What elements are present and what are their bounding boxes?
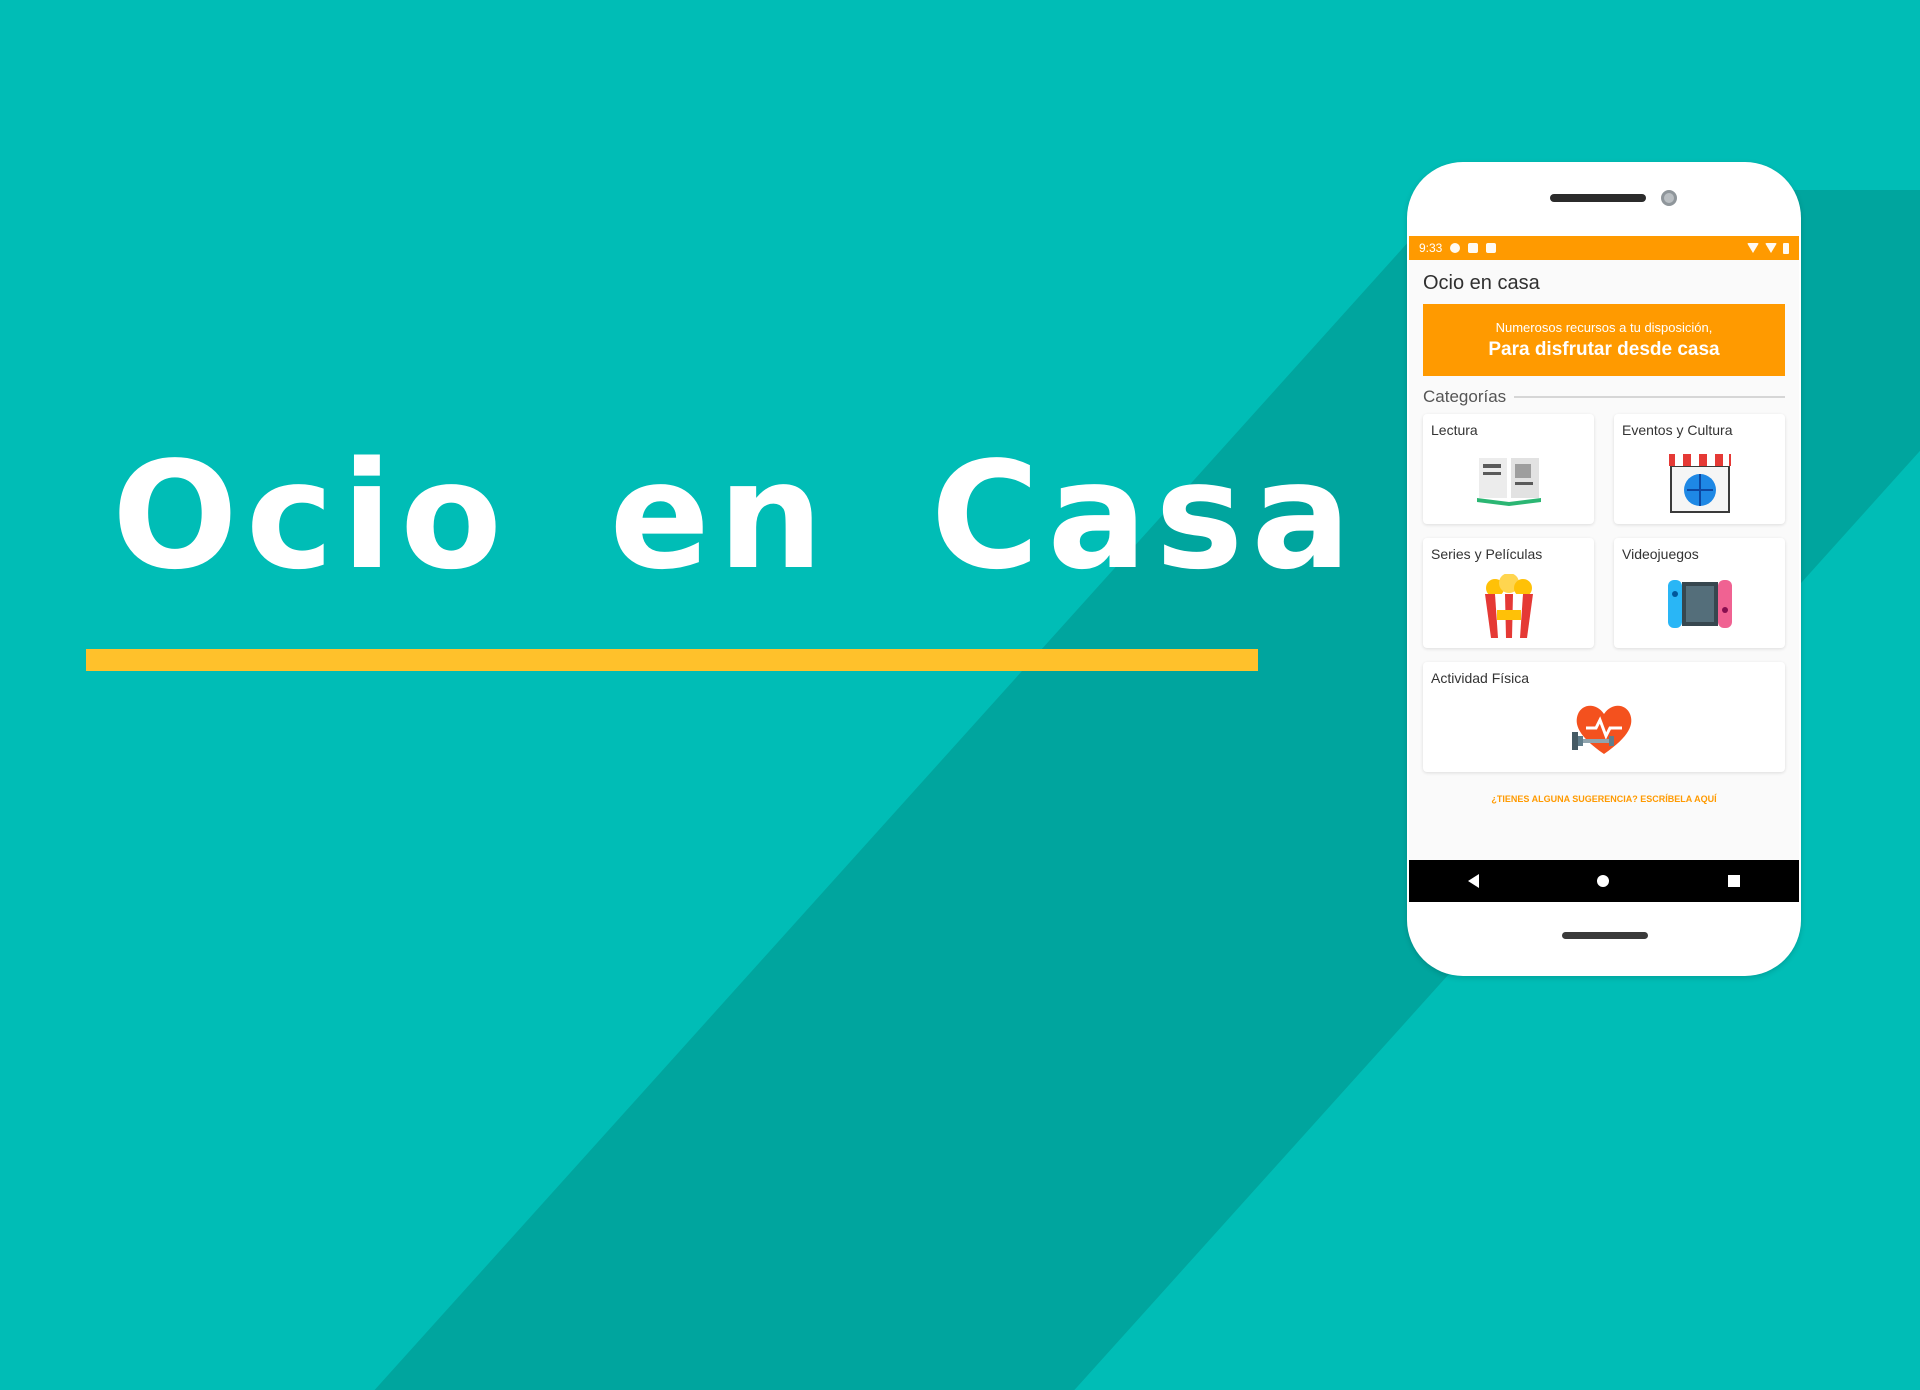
category-label: Series y Películas bbox=[1431, 546, 1543, 562]
category-card-actividad-fisica[interactable]: Actividad Física bbox=[1423, 662, 1785, 772]
heart-dumbbell-icon bbox=[1572, 705, 1632, 754]
status-bar: 9:33 bbox=[1409, 236, 1799, 260]
banner-line1: Numerosos recursos a tu disposición, bbox=[1495, 320, 1713, 335]
categories-heading-label: Categorías bbox=[1423, 387, 1507, 406]
category-label: Lectura bbox=[1431, 422, 1478, 438]
game-console-icon bbox=[1667, 580, 1732, 628]
app-title: Ocio en casa bbox=[1423, 272, 1540, 294]
banner-line2: Para disfrutar desde casa bbox=[1488, 339, 1720, 360]
wifi-icon bbox=[1747, 243, 1759, 253]
page-headline: Ocio en Casa bbox=[112, 430, 1360, 602]
nav-home-button[interactable] bbox=[1597, 875, 1610, 887]
phone-screen: 9:33 Ocio en casa Numerosos recursos a t… bbox=[1409, 236, 1799, 902]
battery-icon bbox=[1783, 242, 1789, 254]
category-label: Videojuegos bbox=[1622, 546, 1699, 562]
nav-recent-apps-button[interactable] bbox=[1727, 875, 1740, 887]
android-nav-bar bbox=[1409, 860, 1799, 902]
globe-shop-icon bbox=[1668, 454, 1731, 513]
category-label: Eventos y Cultura bbox=[1622, 422, 1733, 438]
category-card-videojuegos[interactable]: Videojuegos bbox=[1614, 538, 1785, 648]
categories-heading: Categorías bbox=[1423, 387, 1785, 406]
status-time: 9:33 bbox=[1419, 241, 1443, 255]
category-grid: Lectura Eventos y Cultura Series y Pelíc… bbox=[1423, 414, 1785, 772]
signal-icon bbox=[1765, 243, 1777, 253]
category-label: Actividad Física bbox=[1431, 670, 1530, 686]
category-card-eventos-cultura[interactable]: Eventos y Cultura bbox=[1614, 414, 1785, 524]
phone-speaker bbox=[1550, 194, 1646, 202]
category-card-series-peliculas[interactable]: Series y Películas bbox=[1423, 538, 1594, 648]
phone-home-indicator bbox=[1562, 932, 1648, 939]
popcorn-icon bbox=[1484, 574, 1533, 638]
categories-divider bbox=[1514, 396, 1785, 398]
promo-banner: Numerosos recursos a tu disposición, Par… bbox=[1423, 304, 1785, 376]
book-icon bbox=[1476, 458, 1541, 506]
camera-icon bbox=[1661, 190, 1677, 206]
headline-underline bbox=[86, 649, 1258, 671]
suggestion-link[interactable]: ¿TIENES ALGUNA SUGERENCIA? ESCRÍBELA AQU… bbox=[1409, 794, 1799, 804]
category-card-lectura[interactable]: Lectura bbox=[1423, 414, 1594, 524]
sd-card-icon bbox=[1486, 243, 1497, 253]
sim-icon bbox=[1468, 243, 1479, 253]
settings-icon bbox=[1450, 243, 1461, 253]
phone-mockup: 9:33 Ocio en casa Numerosos recursos a t… bbox=[1407, 162, 1801, 976]
nav-back-button[interactable] bbox=[1468, 874, 1480, 888]
